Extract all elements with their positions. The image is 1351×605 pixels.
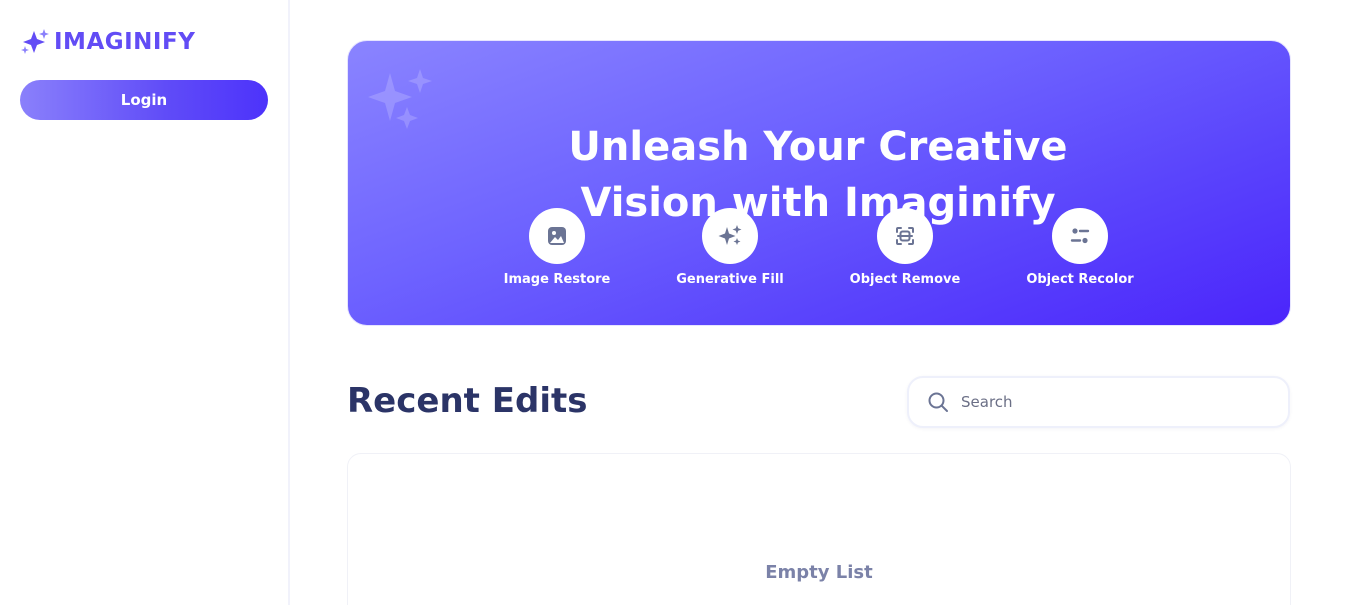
feature-label: Generative Fill (676, 272, 784, 287)
feature-icon-circle (529, 208, 585, 264)
recent-edits-title: Recent Edits (347, 381, 588, 421)
hero-banner: Unleash Your Creative Vision with Imagin… (347, 40, 1291, 326)
search-input[interactable] (961, 393, 1261, 411)
feature-object-recolor[interactable]: Object Recolor (1000, 208, 1160, 287)
feature-label: Image Restore (503, 272, 611, 287)
feature-generative-fill[interactable]: Generative Fill (650, 208, 810, 287)
app-root: IMAGINIFY Login Unleash Your Creative Vi… (0, 0, 1351, 605)
feature-icon-circle (702, 208, 758, 264)
login-button[interactable]: Login (20, 80, 268, 120)
feature-icon-circle (1052, 208, 1108, 264)
sidebar: IMAGINIFY Login (0, 0, 290, 605)
filter-icon (1070, 228, 1090, 244)
sparkles-logo-icon (21, 29, 49, 54)
sparkles-icon (718, 225, 742, 245)
recent-edits-list: Empty List (347, 453, 1291, 605)
search-icon (928, 392, 948, 412)
image-icon (548, 227, 566, 245)
empty-list-message: Empty List (765, 562, 873, 583)
feature-object-remove[interactable]: Object Remove (825, 208, 985, 287)
feature-label: Object Remove (849, 272, 961, 287)
feature-label: Object Recolor (1026, 272, 1134, 287)
brand-name: IMAGINIFY (54, 29, 196, 55)
brand-logo[interactable]: IMAGINIFY (20, 28, 195, 56)
feature-image-restore[interactable]: Image Restore (477, 208, 637, 287)
search-box[interactable] (907, 376, 1290, 428)
feature-icon-circle (877, 208, 933, 264)
scan-icon (896, 227, 914, 245)
